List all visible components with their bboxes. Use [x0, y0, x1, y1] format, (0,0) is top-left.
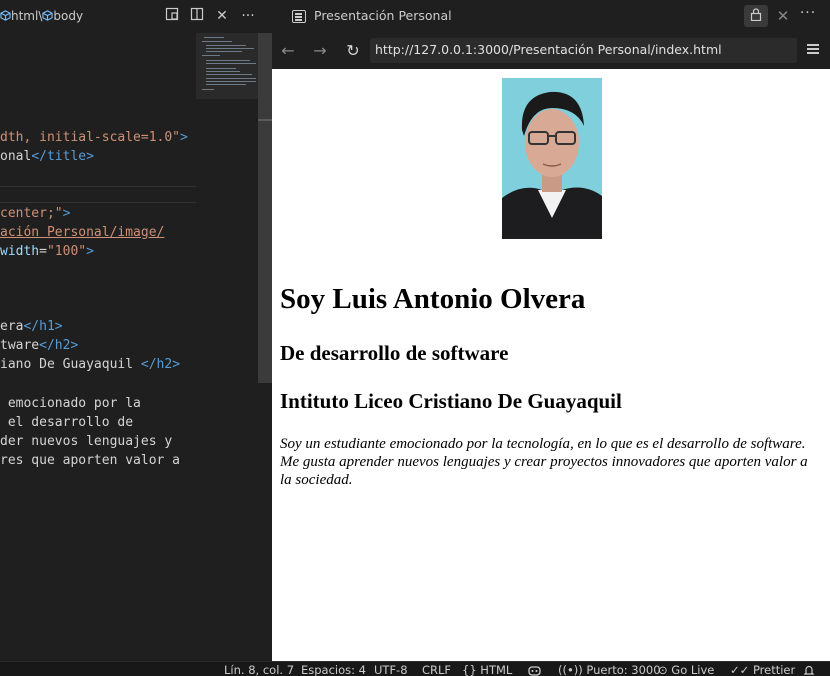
copilot-icon[interactable] [528, 664, 541, 676]
menu-icon[interactable] [806, 42, 820, 56]
code-token: > [62, 206, 71, 221]
code-token: > [86, 244, 94, 259]
open-preview-icon[interactable] [163, 7, 181, 25]
code-token: dth, initial-scale=1.0" [0, 130, 181, 145]
split-editor-icon[interactable] [188, 7, 206, 25]
code-line[interactable]: width="100"> [0, 242, 94, 261]
browser-tab-bar: Presentación Personal ✕ ··· [272, 0, 830, 33]
simple-browser-pane[interactable]: Presentación Personal ✕ ··· ← → ↻ http:/… [272, 0, 830, 661]
breadcrumb-body[interactable]: body [53, 9, 83, 23]
code-link[interactable]: ación Personal/image/ [0, 225, 164, 240]
language-label: HTML [480, 663, 513, 676]
breadcrumb-html[interactable]: html [11, 9, 38, 23]
bio-paragraph: Soy un estudiante emocionado por la tecn… [280, 436, 808, 488]
code-token: iano De Guayaquil [0, 357, 141, 372]
back-arrow-icon[interactable]: ← [277, 40, 299, 62]
indentation-setting[interactable]: Espacios: 4 [301, 664, 366, 676]
more-actions-icon[interactable]: ··· [798, 5, 818, 21]
code-token: > [180, 130, 188, 145]
go-live-label: Go Live [671, 663, 715, 676]
lock-icon [750, 8, 762, 22]
status-bar: Lín. 8, col. 7 Espacios: 4 UTF-8 CRLF {}… [0, 661, 830, 676]
lock-group-button[interactable] [744, 5, 768, 27]
breadcrumb[interactable]: html\ body [0, 9, 83, 23]
go-live-icon: ⊙ [658, 663, 668, 676]
line-ending-setting[interactable]: CRLF [422, 664, 451, 676]
encoding-setting[interactable]: UTF-8 [374, 664, 408, 676]
code-line[interactable]: emocionado por la [0, 394, 141, 413]
browser-nav-bar: ← → ↻ http://127.0.0.1:3000/Presentación… [272, 33, 830, 69]
page-subheading-school: Intituto Liceo Cristiano De Guayaquil [280, 389, 622, 413]
page-subheading-role: De desarrollo de software [280, 341, 509, 365]
code-token: "100" [46, 244, 87, 259]
code-fold-separator [0, 202, 196, 203]
close-icon[interactable]: ✕ [774, 7, 792, 25]
code-token: era [0, 319, 24, 334]
url-text[interactable]: http://127.0.0.1:3000/Presentación Perso… [375, 42, 722, 57]
forward-arrow-icon[interactable]: → [309, 40, 331, 62]
profile-photo [502, 78, 602, 239]
more-actions-icon[interactable]: ··· [239, 7, 257, 25]
code-line[interactable]: der nuevos lenguajes y [0, 432, 172, 451]
reload-icon[interactable]: ↻ [342, 40, 364, 62]
code-token: tware [0, 338, 40, 353]
close-icon[interactable]: ✕ [213, 7, 231, 25]
code-fold-separator [0, 186, 196, 187]
code-token: </h2> [39, 338, 79, 353]
minimap[interactable] [196, 33, 258, 99]
browser-tab-title[interactable]: Presentación Personal [314, 8, 452, 23]
code-line[interactable]: onal</title> [0, 147, 94, 166]
notifications-bell-icon[interactable] [803, 664, 815, 676]
code-token: onal [0, 149, 32, 164]
double-check-icon: ✓✓ [730, 663, 750, 676]
broadcast-icon: ((•)) [558, 663, 583, 676]
prettier-status[interactable]: ✓✓ Prettier [730, 664, 795, 676]
code-line[interactable]: dth, initial-scale=1.0"> [0, 128, 188, 147]
code-token: = [39, 244, 47, 259]
braces-icon: {} [462, 663, 477, 676]
code-line[interactable]: era</h1> [0, 317, 63, 336]
page-heading: Soy Luis Antonio Olvera [280, 283, 586, 315]
code-line[interactable]: res que aporten valor a [0, 451, 180, 470]
port-label: Puerto: 3000 [586, 663, 661, 676]
editor-breadcrumb-bar: html\ body ✕ ··· [0, 0, 272, 33]
language-mode[interactable]: {} HTML [462, 664, 512, 676]
code-token: width [0, 244, 40, 259]
editor-scrollbar[interactable] [258, 33, 272, 383]
code-line[interactable]: iano De Guayaquil </h2> [0, 355, 180, 374]
live-server-port[interactable]: ((•)) Puerto: 3000 [558, 664, 661, 676]
code-line[interactable]: center;"> [0, 204, 70, 223]
code-token: </h2> [140, 357, 181, 372]
url-input[interactable]: http://127.0.0.1:3000/Presentación Perso… [370, 38, 797, 63]
code-line[interactable]: el desarrollo de [0, 413, 133, 432]
code-token: center;" [0, 206, 63, 221]
cursor-position[interactable]: Lín. 8, col. 7 [224, 664, 294, 676]
code-line[interactable]: ación Personal/image/ [0, 223, 164, 242]
rendered-web-page: Soy Luis Antonio Olvera De desarrollo de… [272, 69, 830, 661]
element-cube-icon [42, 10, 54, 21]
code-line[interactable]: tware</h2> [0, 336, 78, 355]
prettier-label: Prettier [752, 663, 796, 676]
code-token: </h1> [23, 319, 63, 334]
code-token: </title> [31, 149, 94, 164]
preview-tab-icon [292, 10, 306, 23]
go-live-button[interactable]: ⊙ Go Live [658, 664, 714, 676]
code-editor-pane[interactable]: html\ body ✕ ··· dth, initial-scale=1.0">… [0, 0, 272, 661]
element-cube-icon [0, 10, 11, 21]
